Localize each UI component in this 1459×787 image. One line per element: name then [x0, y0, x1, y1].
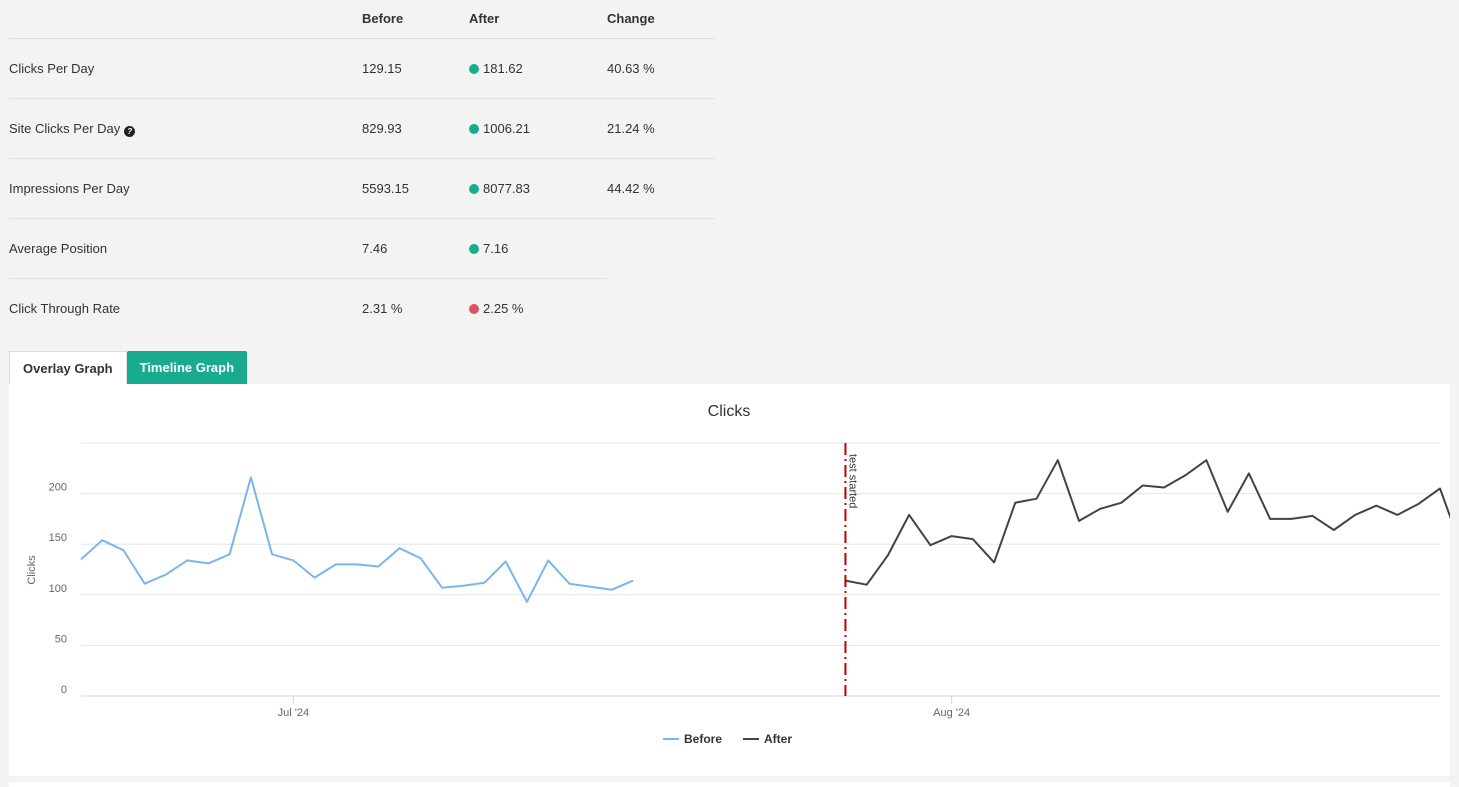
metric-row-average-position: Average Position 7.46 7.16: [9, 219, 607, 279]
legend-item-label: After: [764, 732, 792, 746]
chart-series: [80, 459, 1450, 603]
graph-tabs: Overlay Graph Timeline Graph: [9, 351, 248, 384]
x-axis-ticks: Jul '24 Aug '24: [278, 696, 970, 719]
chart-legend: Before After: [663, 732, 792, 746]
header-after: After: [469, 11, 500, 26]
next-panel-edge: [9, 782, 1450, 787]
status-dot-icon: [469, 123, 479, 134]
metric-change-value: 44.42 %: [607, 181, 655, 196]
header-change: Change: [607, 11, 655, 26]
y-axis-ticks: 0 50 100 150 200: [49, 482, 67, 696]
series-line-before: [80, 476, 634, 603]
metric-after-value: 8077.83: [483, 181, 530, 196]
metric-before-value: 2.31 %: [362, 301, 403, 316]
metrics-header-row: Before After Change: [9, 0, 715, 39]
metric-change-value: 40.63 %: [607, 61, 655, 76]
metric-row-site-clicks-per-day: Site Clicks Per Day? 829.93 1006.21 21.2…: [9, 99, 715, 159]
chart-title: Clicks: [708, 403, 751, 420]
metric-label: Click Through Rate: [9, 301, 121, 316]
metric-before-value: 7.46: [362, 241, 388, 256]
series-line-after: [845, 459, 1450, 586]
status-dot-icon: [469, 303, 479, 314]
clicks-timeline-chart: Clicks 0 50 100 150 200 Clicks Jul '24 Aug '2…: [26, 403, 1450, 746]
y-tick-label: 50: [55, 633, 67, 645]
metric-before-value: 129.15: [362, 61, 402, 76]
metric-label: Average Position: [9, 241, 108, 256]
metric-row-clicks-per-day: Clicks Per Day 129.15 181.62 40.63 %: [9, 39, 715, 99]
metric-label-cell: Site Clicks Per Day?: [9, 121, 136, 137]
metrics-table: Before After Change Clicks Per Day 129.1…: [9, 0, 715, 338]
metric-label: Site Clicks Per Day: [9, 121, 121, 136]
x-tick-label: Aug '24: [933, 707, 970, 719]
metric-after-value: 181.62: [483, 61, 523, 76]
y-tick-label: 0: [61, 684, 67, 696]
x-tick-label: Jul '24: [278, 707, 309, 719]
metric-change-value: 21.24 %: [607, 121, 655, 136]
metric-before-value: 829.93: [362, 121, 402, 136]
legend-item-label: Before: [684, 732, 722, 746]
chart-grid: [81, 442, 1440, 697]
metric-after-value: 2.25 %: [483, 301, 524, 316]
metric-row-click-through-rate: Click Through Rate 2.31 % 2.25 %: [9, 279, 607, 338]
tab-timeline-graph[interactable]: Timeline Graph: [126, 351, 248, 384]
metric-label: Impressions Per Day: [9, 181, 130, 196]
status-dot-icon: [469, 183, 479, 194]
tab-overlay-graph[interactable]: Overlay Graph: [9, 351, 127, 384]
test-started-label: test started: [846, 454, 858, 508]
metric-before-value: 5593.15: [362, 181, 409, 196]
metric-after-cell: 8077.83: [469, 181, 530, 196]
y-tick-label: 100: [49, 583, 67, 595]
chart-panel: Clicks 0 50 100 150 200 Clicks Jul '24 Aug '2…: [9, 384, 1450, 776]
metric-after-value: 7.16: [483, 241, 509, 256]
y-tick-label: 150: [49, 532, 67, 544]
test-started-annotation: test started: [844, 443, 858, 696]
status-dot-icon: [469, 243, 479, 254]
metric-after-cell: 181.62: [469, 61, 523, 76]
metric-after-cell: 2.25 %: [469, 301, 523, 316]
y-tick-label: 200: [49, 482, 67, 494]
metric-row-impressions-per-day: Impressions Per Day 5593.15 8077.83 44.4…: [9, 159, 715, 219]
metric-after-cell: 7.16: [469, 241, 508, 256]
question-circle-icon[interactable]: ?: [124, 126, 136, 137]
status-dot-icon: [469, 63, 479, 74]
y-axis-label: Clicks: [26, 555, 38, 585]
metric-after-value: 1006.21: [483, 121, 530, 136]
metric-after-cell: 1006.21: [469, 121, 530, 136]
header-before: Before: [362, 11, 404, 26]
metric-label: Clicks Per Day: [9, 61, 95, 76]
